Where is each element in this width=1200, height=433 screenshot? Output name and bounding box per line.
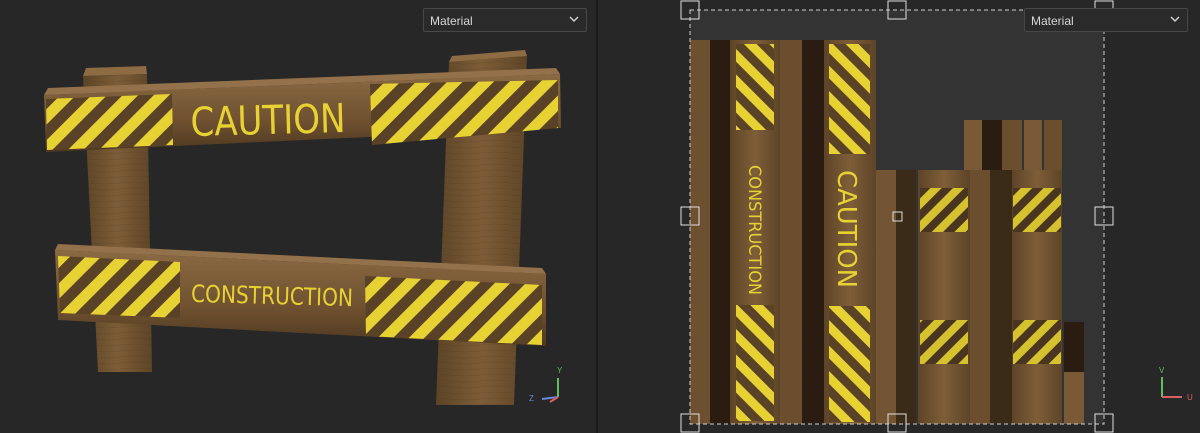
- material-dropdown-2d-value: Material: [1031, 14, 1074, 28]
- material-dropdown-3d[interactable]: Material: [423, 8, 587, 32]
- uv-viewport[interactable]: CONSTRUCTION CAUTION V U Material: [598, 0, 1200, 433]
- barrier-construction-text: CONSTRUCTION: [191, 280, 354, 312]
- 3d-viewport[interactable]: CAUTION CONSTRUCTION Y Z Material: [0, 0, 596, 433]
- 3d-scene[interactable]: CAUTION CONSTRUCTION Y Z: [0, 0, 596, 433]
- uv-caution-label: CAUTION: [831, 170, 861, 288]
- chevron-down-icon: [569, 16, 579, 23]
- uv-axis-gizmo: V U: [1159, 366, 1193, 402]
- axis-v-label: V: [1159, 366, 1165, 375]
- axis-u-label: U: [1187, 393, 1193, 402]
- uv-layout[interactable]: CONSTRUCTION CAUTION V U: [598, 0, 1200, 433]
- 3d-axis-gizmo: Y Z: [529, 366, 563, 403]
- barrier-caution-text: CAUTION: [190, 96, 346, 146]
- material-dropdown-3d-value: Material: [430, 14, 473, 28]
- chevron-down-icon: [1170, 16, 1180, 23]
- axis-y-label: Y: [557, 366, 563, 375]
- uv-construction-label: CONSTRUCTION: [744, 165, 764, 295]
- texture-editor-app: CAUTION CONSTRUCTION Y Z Material CONSTR…: [0, 0, 1200, 433]
- material-dropdown-2d[interactable]: Material: [1024, 8, 1188, 32]
- axis-z-label: Z: [529, 394, 534, 403]
